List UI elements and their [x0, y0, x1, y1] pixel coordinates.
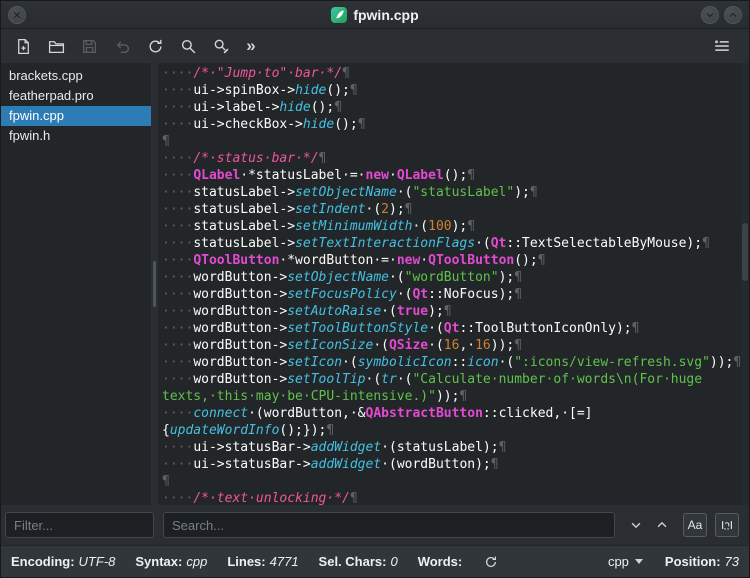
- featherpad-app-icon: [331, 6, 348, 23]
- search-replace-icon: [214, 39, 228, 53]
- code-line: ····QToolButton·*wordButton·=·new·QToolB…: [162, 253, 546, 268]
- close-icon: [13, 11, 21, 18]
- save-icon: [82, 39, 96, 53]
- code-line: ····ui->checkBox->hide();¶: [162, 117, 366, 132]
- code-line: ····wordButton->setToolButtonStyle·(Qt::…: [162, 321, 640, 336]
- code-line: ····wordButton->setObjectName·("wordButt…: [162, 270, 523, 285]
- code-line: ····/*·"Jump·to"·bar·*/¶: [162, 66, 350, 81]
- file-list-item[interactable]: brackets.cpp: [1, 66, 151, 86]
- search-input[interactable]: [163, 512, 615, 538]
- file-list-item[interactable]: fpwin.h: [1, 126, 151, 146]
- code-line: ¶: [162, 474, 170, 489]
- statusbar: Encoding: UTF-8 Syntax: cpp Lines: 4771 Sel…: [1, 545, 749, 577]
- code-line: ¶: [162, 134, 170, 149]
- file-list-item[interactable]: fpwin.cpp: [1, 106, 151, 126]
- code-line: ····statusLabel->setTextInteractionFlags…: [162, 236, 710, 251]
- selected-chars-status: Sel. Chars: 0: [318, 554, 398, 569]
- editor-scrollbar-thumb[interactable]: [742, 223, 748, 281]
- search-bar: Aa: [1, 505, 749, 545]
- window-title-area: fpwin.cpp: [1, 1, 749, 28]
- search-and-replace-button[interactable]: [207, 32, 235, 60]
- file-list-item[interactable]: featherpad.pro: [1, 86, 151, 106]
- syntax-selector[interactable]: cpp: [608, 554, 643, 569]
- code-line: ····/*·text·unlocking·*/¶: [162, 491, 358, 505]
- search-icon: [181, 39, 195, 53]
- feather-icon: [335, 10, 344, 19]
- editor-scrollbar[interactable]: [741, 63, 749, 505]
- syntax-status: Syntax: cpp: [135, 554, 208, 569]
- window-title: fpwin.cpp: [353, 6, 419, 23]
- code-line: ····ui->statusBar->addWidget·(wordButton…: [162, 457, 499, 472]
- filter-input[interactable]: [5, 512, 154, 538]
- code-line: texts,·this·may·be·CPU-intensive.)"));¶: [162, 389, 468, 404]
- search-button[interactable]: [174, 32, 202, 60]
- code-line: ····ui->spinBox->hide();¶: [162, 83, 358, 98]
- combo-arrow-icon: [634, 559, 643, 564]
- toolbar: »: [1, 29, 749, 63]
- splitter-handle[interactable]: [151, 63, 158, 505]
- code-line: ····wordButton->setIcon·(symbolicIcon::i…: [162, 355, 742, 370]
- text-editor[interactable]: ····/*·"Jump·to"·bar·*/¶ ····ui->spinBox-…: [158, 63, 749, 505]
- chevron-up-icon: [657, 521, 667, 528]
- minimize-button[interactable]: [701, 6, 719, 24]
- chevron-up-icon: [729, 12, 737, 17]
- code-line: ····connect·(wordButton,·&QAbstractButto…: [162, 406, 593, 421]
- whole-words-icon: [722, 521, 732, 530]
- code-area: ····/*·"Jump·to"·bar·*/¶ ····ui->spinBox-…: [158, 63, 749, 505]
- file-list: brackets.cpp featherpad.pro fpwin.cpp fpwin…: [1, 63, 151, 505]
- refresh-icon: [486, 556, 497, 567]
- save-button[interactable]: [75, 32, 103, 60]
- statusbar-right: cpp Position: 73: [608, 554, 739, 569]
- toolbar-overflow-button[interactable]: »: [240, 32, 262, 60]
- chevron-down-icon: [706, 13, 714, 18]
- folder-icon: [48, 40, 64, 53]
- code-line: {updateWordInfo();});¶: [162, 423, 335, 438]
- position-status: Position: 73: [664, 554, 739, 569]
- undo-icon: [116, 40, 129, 53]
- hamburger-menu-icon: [715, 40, 729, 51]
- word-count-refresh-button[interactable]: [484, 555, 498, 569]
- words-status: Words:: [417, 554, 463, 569]
- code-line: ····wordButton->setAutoRaise·(true);¶: [162, 304, 452, 319]
- encoding-status: Encoding: UTF-8: [11, 554, 116, 569]
- undo-button[interactable]: [108, 32, 136, 60]
- code-line: ····ui->label->hide();¶: [162, 100, 343, 115]
- code-line: ····wordButton->setFocusPolicy·(Qt::NoFo…: [162, 287, 523, 302]
- menu-button[interactable]: [708, 32, 736, 60]
- code-line: ····statusLabel->setMinimumWidth·(100);¶: [162, 219, 476, 234]
- chevron-down-icon: [631, 522, 641, 529]
- code-line: ····ui->statusBar->addWidget·(statusLabe…: [162, 440, 507, 455]
- titlebar: fpwin.cpp: [1, 1, 749, 29]
- open-file-button[interactable]: [42, 32, 70, 60]
- window-controls: [701, 6, 742, 24]
- featherpad-window: fpwin.cpp » brackets.cpp featherpad.pro …: [0, 0, 750, 578]
- new-document-icon: [17, 38, 29, 54]
- find-next-button[interactable]: [623, 512, 649, 538]
- code-line: ····/*·status·bar·*/¶: [162, 151, 327, 166]
- code-line: ····statusLabel->setObjectName·("statusL…: [162, 185, 538, 200]
- find-previous-button[interactable]: [649, 512, 675, 538]
- redo-button[interactable]: [141, 32, 169, 60]
- new-document-button[interactable]: [9, 32, 37, 60]
- redo-reload-icon: [149, 39, 162, 52]
- code-line: ····wordButton->setToolTip·(tr·("Calcula…: [162, 372, 703, 387]
- whole-words-button[interactable]: [715, 513, 739, 537]
- splitter-grip-icon: [153, 261, 156, 307]
- match-case-button[interactable]: Aa: [683, 513, 707, 537]
- close-button[interactable]: [8, 5, 26, 24]
- lines-status: Lines: 4771: [227, 554, 299, 569]
- main-area: brackets.cpp featherpad.pro fpwin.cpp fpwin…: [1, 63, 749, 505]
- code-line: ····statusLabel->setIndent·(2);¶: [162, 202, 413, 217]
- code-line: ····wordButton->setIconSize·(QSize·(16,·…: [162, 338, 523, 353]
- code-line: ····QLabel·*statusLabel·=·new·QLabel();¶: [162, 168, 476, 183]
- maximize-button[interactable]: [724, 6, 742, 24]
